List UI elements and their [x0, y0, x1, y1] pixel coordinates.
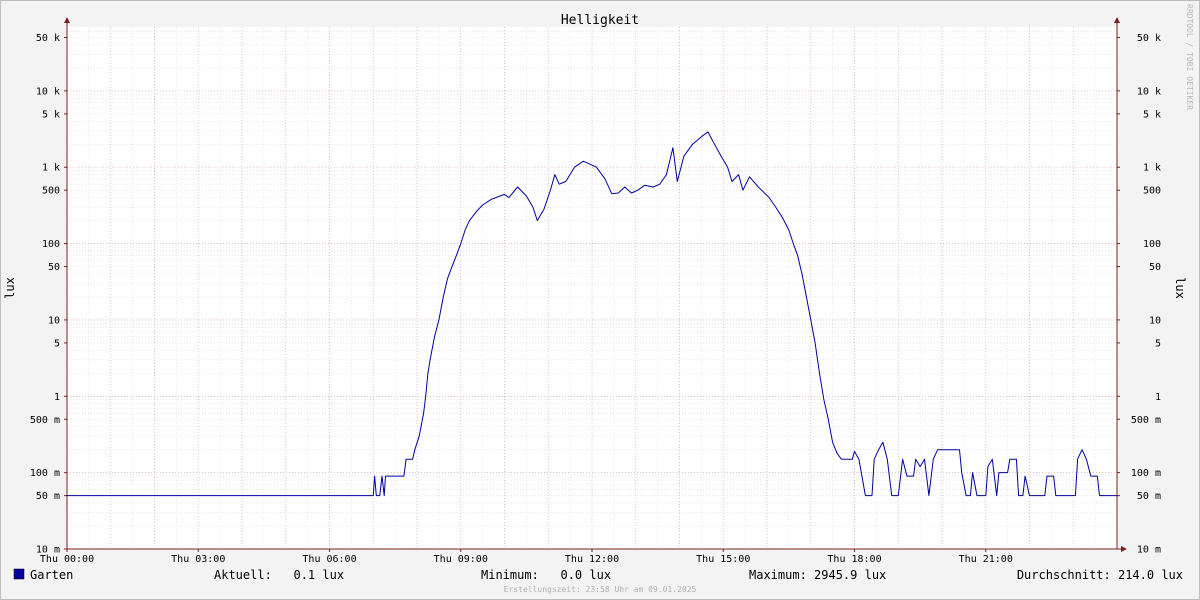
- x-axis-ticks: Thu 00:00 Thu 03:00 Thu 06:00 Thu 09:00 Thu …: [40, 549, 1013, 565]
- y-tick-label: 1 k: [42, 163, 60, 174]
- y-tick-label: 5 k: [42, 109, 60, 120]
- legend-minimum: Minimum: 0.0 lux: [481, 568, 611, 582]
- x-tick-label: Thu 06:00: [302, 554, 356, 565]
- y-tick-label: 500 m: [1131, 415, 1161, 426]
- y-tick-label: 50: [48, 262, 60, 273]
- y-axis-label-left: lux: [3, 277, 17, 299]
- y-tick-label: 5 k: [1143, 109, 1161, 120]
- x-tick-label: Thu 12:00: [565, 554, 619, 565]
- footer-timestamp: Erstellungszeit: 23:58 Uhr am 09.01.2025: [504, 585, 697, 594]
- x-tick-label: Thu 18:00: [827, 554, 881, 565]
- legend-average: Durchschnitt: 214.0 lux: [1017, 568, 1183, 582]
- x-tick-label: Thu 21:00: [959, 554, 1013, 565]
- y-tick-label: 10: [1149, 315, 1161, 326]
- legend-swatch: [13, 568, 25, 580]
- y-tick-label: 50 k: [1137, 33, 1161, 44]
- y-tick-label: 10 k: [36, 86, 60, 97]
- y-tick-label: 50: [1149, 262, 1161, 273]
- y-tick-label: 1 k: [1143, 163, 1161, 174]
- y-tick-label: 10 m: [1137, 545, 1161, 556]
- x-tick-label: Thu 15:00: [696, 554, 750, 565]
- y-tick-label: 5: [1155, 338, 1161, 349]
- y-tick-label: 100 m: [30, 468, 60, 479]
- y-axis-arrow-left: [64, 17, 70, 23]
- legend-series-name: Garten: [30, 568, 73, 582]
- y-tick-label: 500: [1143, 186, 1161, 197]
- y-tick-label: 50 k: [36, 33, 60, 44]
- y-tick-label: 1: [1155, 392, 1161, 403]
- x-tick-label: Thu 03:00: [171, 554, 225, 565]
- brightness-chart: 50 k 10 k 5 k 1 k 500 100 50 10 5 1 500 m 100 m 50 m…: [3, 4, 1194, 594]
- y-tick-label: 500: [42, 186, 60, 197]
- y-tick-label: 50 m: [1137, 491, 1161, 502]
- legend-current: Aktuell: 0.1 lux: [214, 568, 344, 582]
- y-axis-label-right: lux: [1173, 277, 1187, 299]
- x-axis-arrow: [1121, 546, 1127, 552]
- y-tick-label: 100: [1143, 239, 1161, 250]
- y-axis-arrow-right: [1114, 17, 1120, 23]
- y-tick-label: 500 m: [30, 415, 60, 426]
- chart-title: Helligkeit: [561, 13, 639, 28]
- y-axis-right-ticks: 50 k 10 k 5 k 1 k 500 100 50 10 5 1 500 m 100 m 50 m…: [1117, 33, 1161, 556]
- watermark: RRDTOOL / TOBI OETIKER: [1185, 4, 1194, 110]
- x-tick-label: Thu 00:00: [40, 554, 94, 565]
- y-tick-label: 1: [54, 392, 60, 403]
- y-tick-label: 10 k: [1137, 86, 1161, 97]
- x-tick-label: Thu 09:00: [434, 554, 488, 565]
- y-tick-label: 5: [54, 338, 60, 349]
- y-tick-label: 50 m: [36, 491, 60, 502]
- y-tick-label: 100: [42, 239, 60, 250]
- y-tick-label: 10: [48, 315, 60, 326]
- y-axis-left-ticks: 50 k 10 k 5 k 1 k 500 100 50 10 5 1 500 m 100 m 50 m…: [30, 33, 67, 556]
- y-tick-label: 100 m: [1131, 468, 1161, 479]
- legend-maximum: Maximum: 2945.9 lux: [749, 568, 886, 582]
